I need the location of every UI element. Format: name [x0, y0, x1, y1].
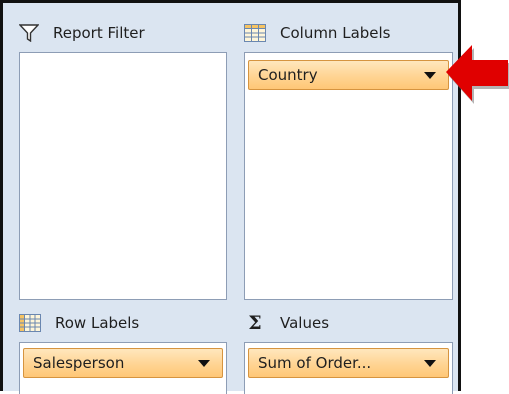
country-field[interactable]: Country [248, 60, 449, 90]
salesperson-field[interactable]: Salesperson [23, 348, 223, 378]
sum-of-order-field-label: Sum of Order... [258, 354, 372, 372]
column-grid-icon [244, 24, 266, 42]
filter-icon [19, 24, 39, 42]
report-filter-drop-area[interactable] [19, 52, 227, 300]
column-labels-title: Column Labels [280, 24, 391, 42]
values-drop-area[interactable]: Sum of Order... [244, 342, 453, 394]
values-header: Σ Values [244, 309, 329, 337]
chevron-down-icon[interactable] [424, 359, 436, 367]
chevron-down-icon[interactable] [424, 71, 436, 79]
row-grid-icon [19, 314, 41, 332]
row-labels-title: Row Labels [55, 314, 140, 332]
row-labels-drop-area[interactable]: Salesperson [19, 342, 227, 394]
salesperson-field-label: Salesperson [33, 354, 125, 372]
values-title: Values [280, 314, 330, 332]
column-labels-drop-area[interactable]: Country [244, 52, 453, 300]
sigma-icon: Σ [248, 312, 262, 334]
red-arrow-icon [446, 45, 509, 104]
sum-of-order-field[interactable]: Sum of Order... [248, 348, 449, 378]
report-filter-title: Report Filter [53, 24, 145, 42]
column-labels-header: Column Labels [244, 19, 391, 47]
chevron-down-icon[interactable] [198, 359, 210, 367]
pivot-field-areas-panel: Report Filter Column Labels Country Row … [0, 0, 461, 394]
report-filter-header: Report Filter [19, 19, 145, 47]
country-field-label: Country [258, 66, 318, 84]
row-labels-header: Row Labels [19, 309, 139, 337]
